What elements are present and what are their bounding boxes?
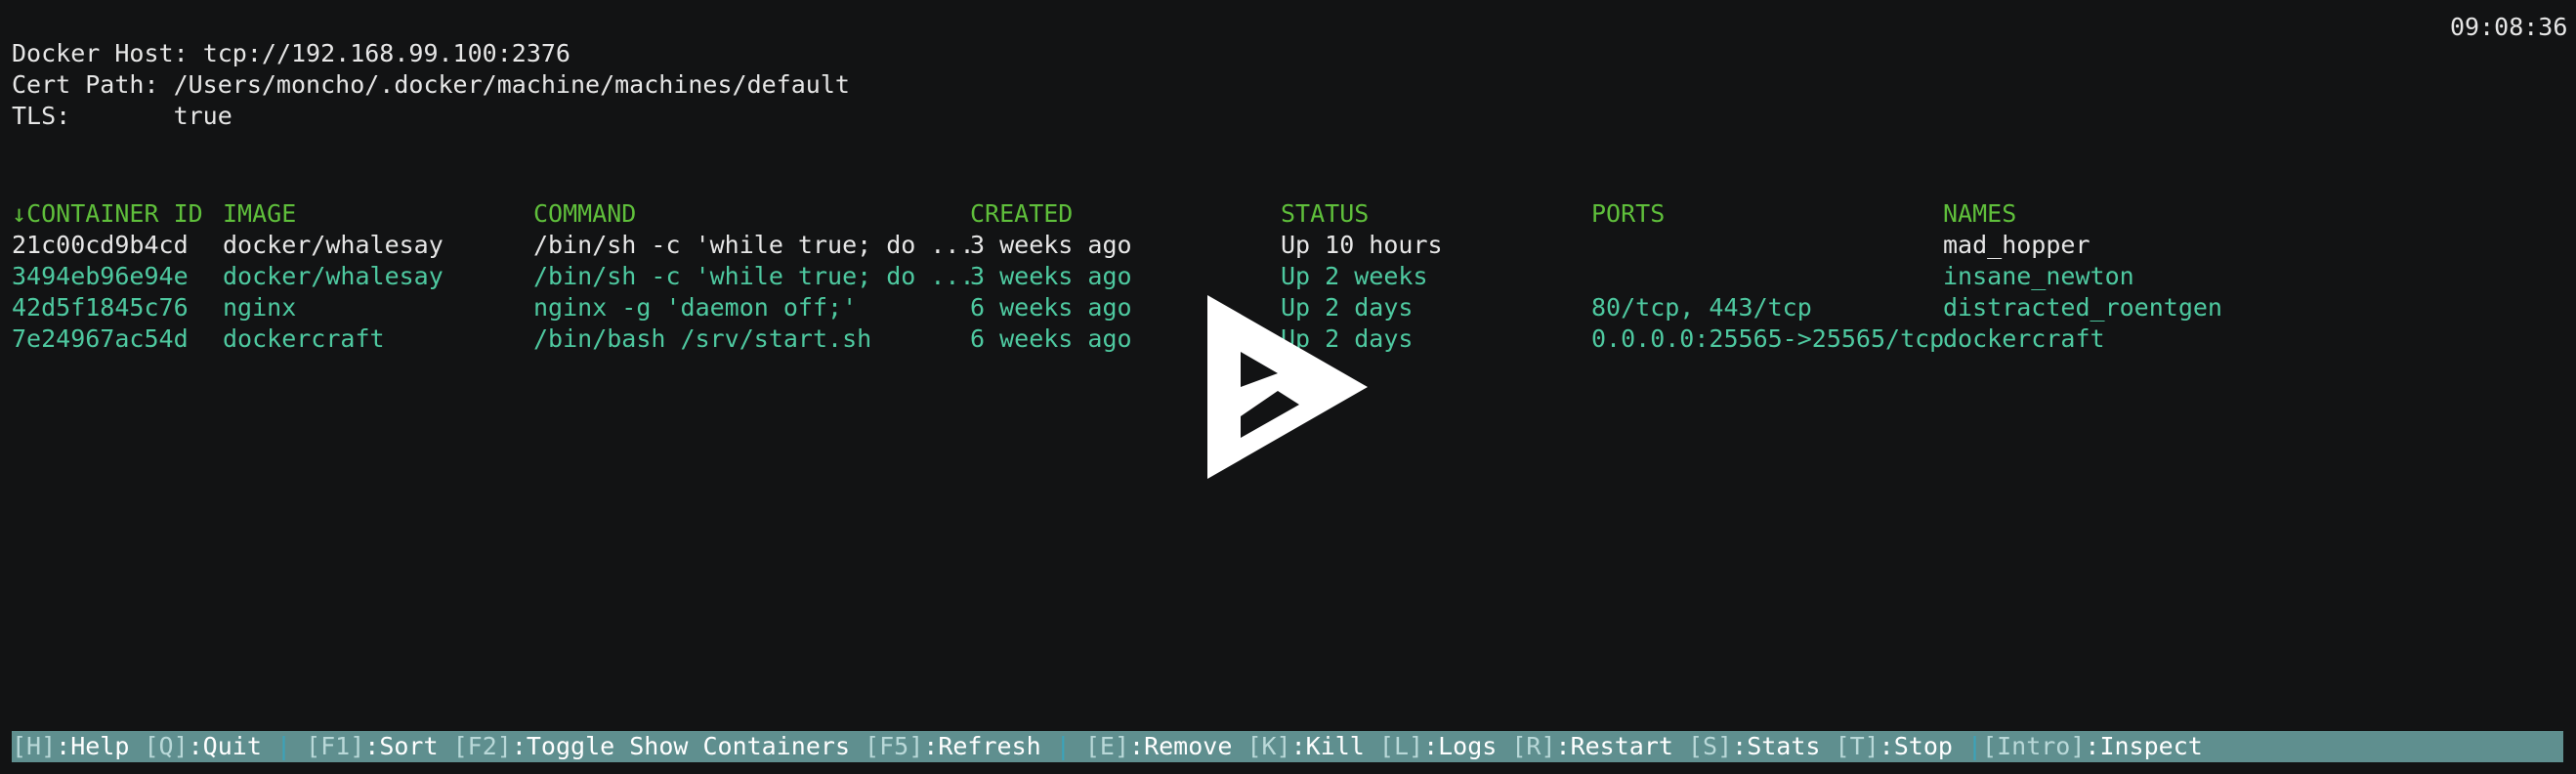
quit-label: :Quit xyxy=(188,732,276,760)
toggle-label: :Toggle Show Containers xyxy=(511,732,866,760)
stats-key: [S] xyxy=(1688,732,1733,760)
cell-names: distracted_roentgen xyxy=(1943,293,2222,322)
separator: | xyxy=(275,732,291,760)
header-command[interactable]: COMMAND xyxy=(533,198,636,230)
sort-arrow-icon: ↓ xyxy=(12,199,27,228)
kill-key: [K] xyxy=(1246,732,1291,760)
cell-created: 6 weeks ago xyxy=(970,324,1132,353)
restart-label: :Restart xyxy=(1555,732,1688,760)
header-created[interactable]: CREATED xyxy=(970,198,1073,230)
restart-shortcut[interactable]: [R]:Restart xyxy=(1511,732,1688,760)
tls-line: TLS: true xyxy=(12,101,232,132)
stop-shortcut[interactable]: [T]:Stop xyxy=(1836,732,1967,760)
toggle-key: [F2] xyxy=(452,732,512,760)
cell-container-id: 7e24967ac54d xyxy=(12,324,189,353)
toggle-shortcut[interactable]: [F2]:Toggle Show Containers xyxy=(453,732,865,760)
cell-container-id: 42d5f1845c76 xyxy=(12,293,189,322)
cell-status: Up 2 weeks xyxy=(1281,262,1428,290)
separator: | xyxy=(1055,732,1071,760)
kill-label: :Kill xyxy=(1290,732,1379,760)
cell-created: 6 weeks ago xyxy=(970,293,1132,322)
help-label: :Help xyxy=(56,732,145,760)
cell-container-id: 3494eb96e94e xyxy=(12,262,189,290)
header-image[interactable]: IMAGE xyxy=(223,198,296,230)
cell-command: /bin/bash /srv/start.sh xyxy=(533,324,872,353)
remove-label: :Remove xyxy=(1129,732,1247,760)
cell-image: dockercraft xyxy=(223,324,385,353)
inspect-shortcut[interactable]: [Intro]:Inspect xyxy=(1982,732,2203,760)
clock: 09:08:36 xyxy=(2450,13,2568,41)
docker-host-line: Docker Host: tcp://192.168.99.100:2376 xyxy=(12,38,570,69)
separator: | xyxy=(1966,732,1983,760)
sort-shortcut[interactable]: [F1]:Sort xyxy=(306,732,453,760)
header-ports[interactable]: PORTS xyxy=(1591,198,1665,230)
refresh-key: [F5] xyxy=(865,732,924,760)
cert-path-value: /Users/moncho/.docker/machine/machines/d… xyxy=(173,70,850,99)
cert-path-line: Cert Path: /Users/moncho/.docker/machine… xyxy=(12,69,850,101)
cell-command: /bin/sh -c 'while true; do ... xyxy=(533,231,975,259)
cell-image: nginx xyxy=(223,293,297,322)
sort-label: :Sort xyxy=(364,732,453,760)
refresh-shortcut[interactable]: [F5]:Refresh xyxy=(865,732,1056,760)
kill-shortcut[interactable]: [K]:Kill xyxy=(1246,732,1378,760)
cell-command: /bin/sh -c 'while true; do ... xyxy=(533,262,975,290)
docker-host-label: Docker Host: xyxy=(12,39,189,67)
cell-command: nginx -g 'daemon off;' xyxy=(533,293,858,322)
cert-path-label: Cert Path: xyxy=(12,70,159,99)
tls-value: true xyxy=(173,102,232,130)
stop-key: [T] xyxy=(1835,732,1879,760)
stats-shortcut[interactable]: [S]:Stats xyxy=(1688,732,1836,760)
help-key: [H] xyxy=(12,732,57,760)
stop-label: :Stop xyxy=(1879,732,1967,760)
logs-key: [L] xyxy=(1378,732,1424,760)
cell-ports: 80/tcp, 443/tcp xyxy=(1591,293,1812,322)
inspect-label: :Inspect xyxy=(2085,732,2203,760)
logs-label: :Logs xyxy=(1423,732,1512,760)
cell-ports: 0.0.0.0:25565->25565/tcp xyxy=(1591,324,1945,353)
quit-key: [Q] xyxy=(144,732,189,760)
cell-created: 3 weeks ago xyxy=(970,231,1132,259)
docker-host-value: tcp://192.168.99.100:2376 xyxy=(202,39,570,67)
remove-shortcut[interactable]: [E]:Remove xyxy=(1085,732,1247,760)
cell-names: insane_newton xyxy=(1943,262,2134,290)
cell-names: mad_hopper xyxy=(1943,231,2090,259)
header-container-id[interactable]: ↓CONTAINER ID xyxy=(12,198,203,230)
remove-key: [E] xyxy=(1084,732,1130,760)
cell-image: docker/whalesay xyxy=(223,262,443,290)
cell-created: 3 weeks ago xyxy=(970,262,1132,290)
restart-key: [R] xyxy=(1511,732,1556,760)
sort-key: [F1] xyxy=(306,732,365,760)
logs-shortcut[interactable]: [L]:Logs xyxy=(1379,732,1511,760)
refresh-label: :Refresh xyxy=(923,732,1056,760)
terminal-window: 09:08:36 Docker Host: tcp://192.168.99.1… xyxy=(0,0,2576,774)
tls-label: TLS: xyxy=(12,102,71,130)
help-shortcut[interactable]: [H]:Help xyxy=(12,732,144,760)
key-help-bar: [H]:Help [Q]:Quit | [F1]:Sort [F2]:Toggl… xyxy=(12,731,2563,762)
cell-image: docker/whalesay xyxy=(223,231,443,259)
cell-status: Up 10 hours xyxy=(1281,231,1443,259)
header-names[interactable]: NAMES xyxy=(1943,198,2016,230)
asciinema-play-icon[interactable] xyxy=(1202,291,1372,482)
quit-shortcut[interactable]: [Q]:Quit xyxy=(144,732,275,760)
inspect-key: [Intro] xyxy=(1982,732,2086,760)
stats-label: :Stats xyxy=(1732,732,1836,760)
cell-container-id: 21c00cd9b4cd xyxy=(12,231,189,259)
cell-names: dockercraft xyxy=(1943,324,2105,353)
header-status[interactable]: STATUS xyxy=(1281,198,1369,230)
